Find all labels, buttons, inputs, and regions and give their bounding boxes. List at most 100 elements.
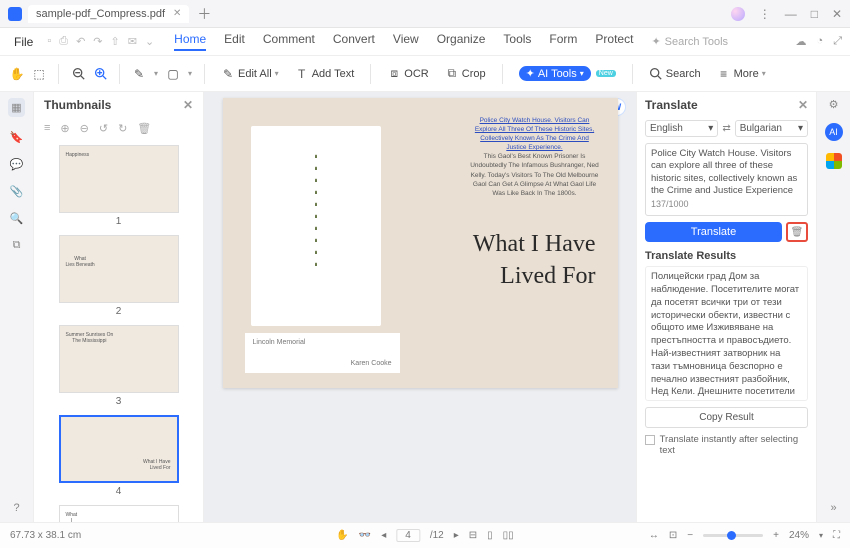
minimize-button[interactable]: ― (785, 7, 797, 21)
search-button[interactable]: Search (645, 65, 705, 83)
selected-text[interactable]: Police City Watch House. Visitors Can Ex… (470, 116, 600, 198)
microsoft-rail-icon[interactable] (826, 153, 842, 169)
page-input[interactable]: 4 (396, 529, 420, 542)
results-heading: Translate Results (645, 250, 808, 262)
delete-icon[interactable]: 🗑 (137, 122, 151, 135)
zoom-out-status-icon[interactable]: − (687, 530, 693, 541)
settings-rail-icon[interactable]: ⚙ (829, 98, 839, 111)
expand-icon[interactable]: ⤢ (833, 35, 842, 48)
undo-icon[interactable]: ↶ (76, 35, 85, 48)
two-page-icon[interactable]: ▯▯ (503, 530, 514, 541)
read-mode-icon[interactable]: 👓 (359, 530, 371, 541)
menu-home[interactable]: Home (174, 32, 206, 51)
ai-orb-icon[interactable] (731, 7, 745, 21)
chevron-down-icon[interactable]: ⌄ (145, 35, 154, 48)
document-tab[interactable]: sample-pdf_Compress.pdf ✕ (28, 5, 189, 23)
window-controls: ⋮ ― □ ✕ (731, 7, 842, 21)
collapse-rail-icon[interactable]: » (830, 502, 836, 514)
zoom-in-icon[interactable] (93, 67, 107, 81)
fit-width-icon[interactable]: ↔ (649, 530, 659, 541)
thumbnails-rail-icon[interactable]: ▦ (8, 98, 24, 117)
menu-convert[interactable]: Convert (333, 32, 375, 51)
zoom-out-icon[interactable] (71, 67, 85, 81)
target-language-select[interactable]: Bulgarian▾ (735, 120, 808, 137)
save-icon[interactable]: ▫ (47, 35, 51, 48)
swap-languages-icon[interactable]: ⇄ (722, 123, 730, 134)
scroll-mode-icon[interactable]: ⊟ (469, 530, 477, 541)
rotate-right-icon[interactable]: ↻ (118, 122, 127, 135)
hand-tool-icon[interactable]: ✋ (10, 67, 24, 81)
translate-button[interactable]: Translate (645, 222, 782, 242)
single-page-icon[interactable]: ▯ (487, 530, 493, 541)
copy-result-button[interactable]: Copy Result (645, 407, 808, 428)
print-icon[interactable]: ⎙ (59, 35, 68, 48)
ai-rail-icon[interactable]: AI (825, 123, 843, 141)
attachment-rail-icon[interactable]: 📎 (10, 185, 24, 198)
menu-organize[interactable]: Organize (437, 32, 486, 51)
menu-protect[interactable]: Protect (595, 32, 633, 51)
fullscreen-icon[interactable]: ⛶ (833, 530, 840, 541)
hand-mode-icon[interactable]: ✋ (336, 530, 348, 541)
layers-rail-icon[interactable]: ⧉ (13, 239, 21, 252)
thumbnail-5[interactable]: WhatIHave (44, 505, 193, 522)
zoom-out-icon[interactable]: ⊖ (80, 122, 89, 135)
rotate-left-icon[interactable]: ↺ (99, 122, 108, 135)
zoom-in-icon[interactable]: ⊕ (60, 122, 69, 135)
maximize-button[interactable]: □ (811, 7, 818, 21)
menu-view[interactable]: View (393, 32, 419, 51)
bookmark-rail-icon[interactable]: 🔖 (10, 131, 24, 144)
highlighter-icon[interactable]: ✎ (132, 67, 146, 81)
close-panel-icon[interactable]: ✕ (183, 98, 193, 112)
thumbnail-4[interactable]: What I HaveLived For4 (44, 415, 193, 497)
redo-icon[interactable]: ↷ (93, 35, 102, 48)
list-icon[interactable]: ≡ (44, 122, 50, 135)
thumbnails-title: Thumbnails (44, 98, 111, 112)
thumbnail-3[interactable]: Summer Sunrises OnThe Mississippi3 (44, 325, 193, 407)
mail-icon[interactable]: ✉ (128, 35, 137, 48)
ocr-button[interactable]: ⧈OCR (383, 65, 432, 83)
source-text-box[interactable]: Police City Watch House. Visitors can ex… (645, 143, 808, 216)
fit-page-icon[interactable]: ⊡ (669, 530, 677, 541)
close-button[interactable]: ✕ (832, 7, 842, 21)
translate-panel: Translate ✕ English▾ ⇄ Bulgarian▾ Police… (636, 92, 816, 522)
comment-rail-icon[interactable]: 💬 (10, 158, 24, 171)
add-tab-button[interactable]: ＋ (197, 4, 211, 24)
menu-form[interactable]: Form (549, 32, 577, 51)
prev-page-icon[interactable]: ◂ (381, 530, 386, 541)
share-icon[interactable]: ⇧ (111, 35, 120, 48)
zoom-slider[interactable] (703, 534, 763, 537)
next-page-icon[interactable]: ▸ (454, 530, 459, 541)
chevron-down-icon[interactable]: ▾ (154, 69, 158, 78)
tab-close-icon[interactable]: ✕ (173, 8, 181, 19)
search-rail-icon[interactable]: 🔍 (10, 212, 24, 225)
zoom-in-status-icon[interactable]: + (773, 530, 779, 541)
thumbnail-2[interactable]: WhatLies Beneath2 (44, 235, 193, 317)
menubar: File ▫ ⎙ ↶ ↷ ⇧ ✉ ⌄ Home Edit Comment Con… (0, 28, 850, 56)
file-menu[interactable]: File (8, 33, 39, 51)
checkbox-icon[interactable] (645, 435, 655, 445)
help-rail-icon[interactable]: ? (13, 502, 19, 514)
ai-tools-button[interactable]: ✦AI Tools▾New (515, 64, 620, 83)
menu-comment[interactable]: Comment (263, 32, 315, 51)
more-button[interactable]: ≡More▾ (713, 65, 770, 83)
cloud-icon[interactable]: ☁ (796, 35, 807, 48)
add-text-button[interactable]: TAdd Text (291, 65, 359, 83)
menu-edit[interactable]: Edit (224, 32, 245, 51)
source-language-select[interactable]: English▾ (645, 120, 718, 137)
close-translate-icon[interactable]: ✕ (798, 98, 808, 112)
bell-icon[interactable]: ◔ (817, 35, 824, 48)
thumbnail-1[interactable]: Happiness1 (44, 145, 193, 227)
page-canvas[interactable]: W Lincoln Memorial Karen Cooke Police Ci… (204, 92, 636, 522)
kebab-icon[interactable]: ⋮ (759, 7, 771, 21)
chevron-down-icon[interactable]: ▾ (188, 69, 192, 78)
crop-button[interactable]: ⧉Crop (441, 65, 490, 83)
edit-all-button[interactable]: ✎Edit All▾ (217, 65, 283, 83)
search-tools[interactable]: ✦ Search Tools (651, 35, 728, 48)
char-count: 137/1000 (651, 199, 802, 211)
menu-tools[interactable]: Tools (503, 32, 531, 51)
shape-icon[interactable]: ▢ (166, 67, 180, 81)
select-tool-icon[interactable]: ⬚ (32, 67, 46, 81)
instant-translate-option[interactable]: Translate instantly after selecting text (645, 434, 808, 456)
thumbnail-tools: ≡ ⊕ ⊖ ↺ ↻ 🗑 (34, 118, 203, 139)
delete-translation-button[interactable]: 🗑 (786, 222, 808, 242)
